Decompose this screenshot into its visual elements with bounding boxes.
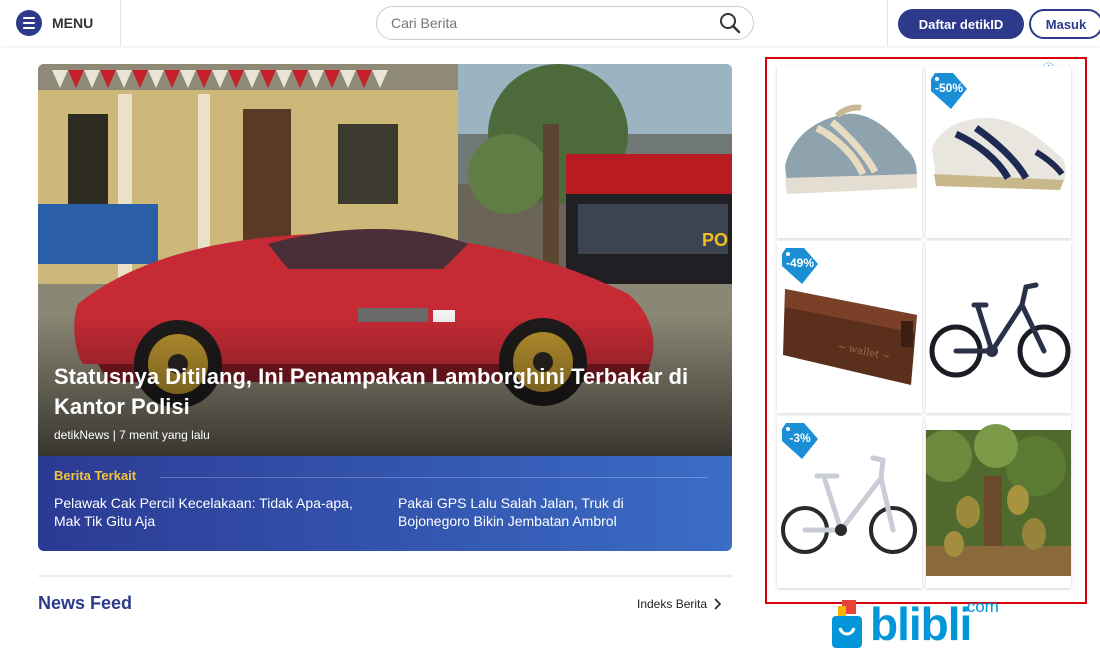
ad-product-tile[interactable]: -50% xyxy=(926,66,1071,238)
register-button[interactable]: Daftar detikID xyxy=(898,9,1024,39)
discount-badge: -49% xyxy=(780,246,818,284)
related-news-panel: Berita Terkait Pelawak Cak Percil Kecela… xyxy=(38,456,732,551)
durian-tree-image xyxy=(926,424,1071,576)
bicycle-image xyxy=(929,282,1071,378)
shoes-image xyxy=(785,104,917,194)
related-link[interactable]: Pakai GPS Lalu Salah Jalan, Truk di Bojo… xyxy=(398,494,698,530)
divider xyxy=(38,575,732,577)
ad-product-tile[interactable] xyxy=(926,416,1071,588)
index-link-label: Indeks Berita xyxy=(637,597,708,611)
menu-button[interactable]: MENU xyxy=(16,10,93,36)
blibli-logo[interactable]: blibli .com xyxy=(828,597,1028,652)
news-feed-title: News Feed xyxy=(38,593,133,613)
index-link[interactable]: Indeks Berita xyxy=(637,597,722,611)
discount-badge-label: -50% xyxy=(934,81,963,95)
search-input[interactable] xyxy=(376,6,754,40)
shopping-bag-icon xyxy=(832,600,862,648)
headline-meta: detikNews | 7 menit yang lalu xyxy=(54,428,210,442)
related-heading: Berita Terkait xyxy=(54,468,137,483)
ad-product-tile[interactable] xyxy=(926,241,1071,413)
ad-product-tile[interactable] xyxy=(777,66,922,238)
discount-badge-label: -49% xyxy=(785,256,814,270)
divider xyxy=(120,0,121,46)
hamburger-icon xyxy=(16,10,42,36)
related-link[interactable]: Pelawak Cak Percil Kecelakaan: Tidak Apa… xyxy=(54,494,354,530)
ad-product-tile[interactable]: -3% xyxy=(777,416,922,588)
login-button[interactable]: Masuk xyxy=(1029,9,1100,39)
top-bar: MENU Daftar detikID Masuk xyxy=(0,0,1100,46)
discount-badge: -50% xyxy=(929,71,967,109)
ad-product-tile[interactable]: ~ wallet ~ -49% xyxy=(777,241,922,413)
divider xyxy=(160,477,708,478)
discount-badge-label: -3% xyxy=(789,431,811,445)
search-icon[interactable] xyxy=(718,11,742,35)
chevron-right-icon xyxy=(714,598,722,610)
headline-card[interactable]: PO Statusnya Ditilang, Ini Penampakan La… xyxy=(38,64,732,551)
menu-label: MENU xyxy=(52,15,94,31)
discount-badge: -3% xyxy=(780,421,818,459)
svg-text:PO: PO xyxy=(702,230,728,250)
blibli-suffix: .com xyxy=(962,597,999,616)
blibli-wordmark: blibli xyxy=(870,598,972,650)
headline-title[interactable]: Statusnya Ditilang, Ini Penampakan Lambo… xyxy=(54,362,694,422)
divider xyxy=(887,0,888,46)
